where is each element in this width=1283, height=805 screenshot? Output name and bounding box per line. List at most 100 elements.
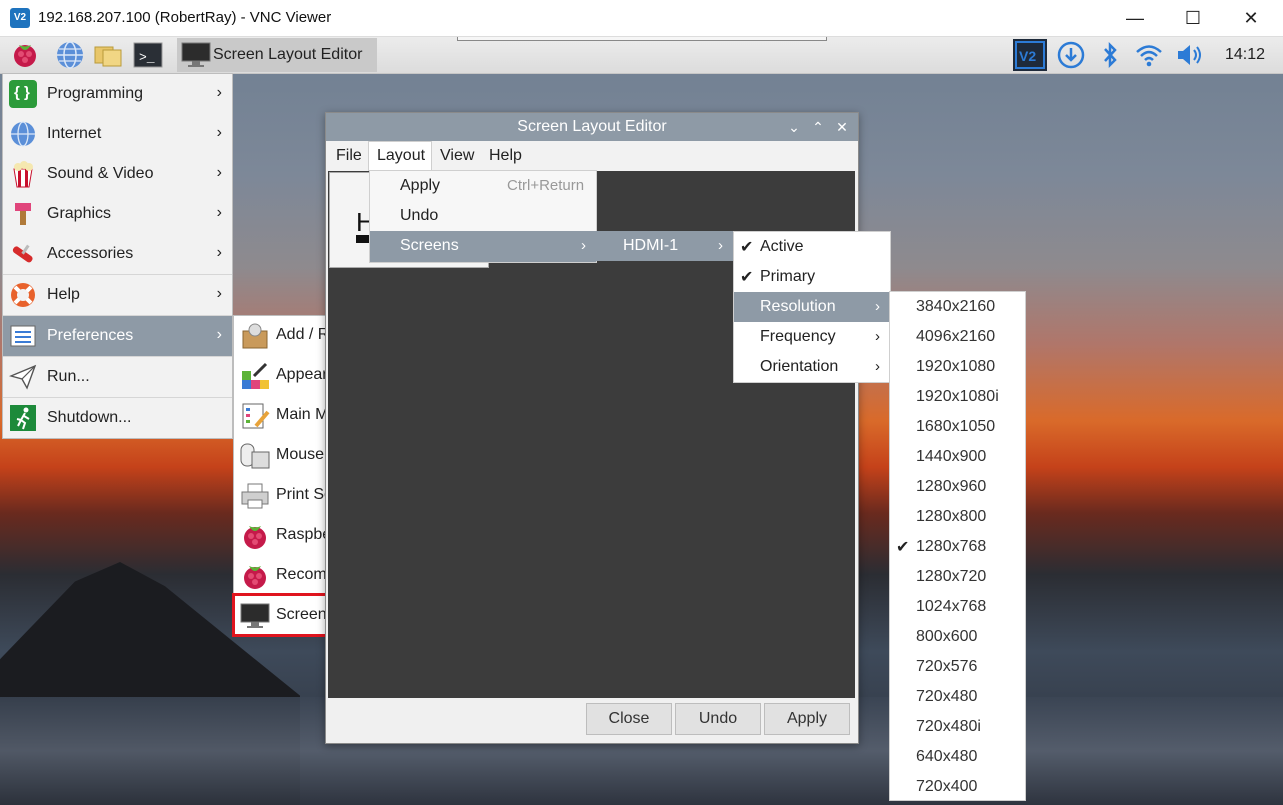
menu-label: Active xyxy=(760,238,804,255)
hdmi-item-frequency[interactable]: Frequency › xyxy=(734,322,890,352)
menu-label: Accessories xyxy=(47,245,134,262)
resolution-item[interactable]: 1280x800 xyxy=(890,502,1025,532)
resolution-item[interactable]: 1280x720 xyxy=(890,562,1025,592)
menubar: File Layout View Help xyxy=(326,141,858,172)
hdmi-submenu: ✔ Active ✔ Primary Resolution › Frequenc… xyxy=(733,231,891,383)
resolution-item[interactable]: 1920x1080i xyxy=(890,382,1025,412)
taskbar-task-label: Screen Layout Editor xyxy=(213,46,363,63)
hdmi-item-orientation[interactable]: Orientation › xyxy=(734,352,890,382)
menu-label: Graphics xyxy=(47,205,112,222)
package-icon xyxy=(242,323,268,349)
main-menu-item-programming[interactable]: { } Programming › xyxy=(3,74,232,114)
vnc-titlebar[interactable]: V2 192.168.207.100 (RobertRay) - VNC Vie… xyxy=(0,0,1283,37)
menu-label: 1280x720 xyxy=(916,568,987,585)
menu-label: 3840x2160 xyxy=(916,298,996,315)
close-button[interactable]: ✕ xyxy=(1222,0,1280,36)
resolution-item[interactable]: 1920x1080 xyxy=(890,352,1025,382)
hdmi-item-active[interactable]: ✔ Active xyxy=(734,232,890,262)
window-titlebar[interactable]: Screen Layout Editor ⌄ ⌃ ✕ xyxy=(326,113,858,141)
vnc-icon[interactable]: V2 xyxy=(1013,39,1047,71)
undo-button[interactable]: Undo xyxy=(675,703,761,735)
menu-help[interactable]: Help xyxy=(489,147,522,165)
menu-label: Help xyxy=(47,286,80,303)
resolution-item[interactable]: 1440x900 xyxy=(890,442,1025,472)
raspberry-icon[interactable] xyxy=(10,40,40,70)
resolution-item[interactable]: 1280x960 xyxy=(890,472,1025,502)
menu-accelerator: Ctrl+Return xyxy=(507,177,585,194)
paintbrush-icon xyxy=(15,203,31,225)
chevron-right-icon: › xyxy=(875,328,880,345)
resolution-item[interactable]: 720x576 xyxy=(890,652,1025,682)
minimize-button[interactable]: ⌄ xyxy=(784,117,804,137)
resolution-item[interactable]: 800x600 xyxy=(890,622,1025,652)
close-dialog-button[interactable]: Close xyxy=(586,703,672,735)
menu-label: Run... xyxy=(47,368,90,385)
svg-text:>_: >_ xyxy=(139,50,155,65)
menu-view[interactable]: View xyxy=(440,147,474,165)
maximize-button[interactable]: ☐ xyxy=(1164,0,1222,36)
main-menu-item-shutdown[interactable]: Shutdown... xyxy=(3,398,232,438)
mouse-keyboard-icon xyxy=(240,443,270,469)
layout-item-screens[interactable]: Screens › xyxy=(370,231,596,262)
globe-icon xyxy=(11,121,35,147)
chevron-right-icon: › xyxy=(216,164,222,181)
menu-editor-icon xyxy=(242,403,270,429)
clock[interactable]: 14:12 xyxy=(1225,46,1265,64)
main-menu-item-help[interactable]: Help › xyxy=(3,275,232,315)
menu-layout[interactable]: Layout xyxy=(377,147,425,165)
layout-item-apply[interactable]: Apply Ctrl+Return xyxy=(370,171,596,201)
raspberry-icon xyxy=(244,526,266,549)
bluetooth-icon[interactable] xyxy=(1095,40,1125,70)
terminal-icon[interactable]: >_ xyxy=(133,40,163,70)
main-menu-item-graphics[interactable]: Graphics › xyxy=(3,194,232,234)
globe-icon[interactable] xyxy=(55,40,85,70)
download-icon[interactable] xyxy=(1056,40,1086,70)
resolution-item[interactable]: 720x480i xyxy=(890,712,1025,742)
printer-icon xyxy=(241,483,269,509)
menu-label: 720x576 xyxy=(916,658,978,675)
resolution-item[interactable]: 720x400 xyxy=(890,772,1025,802)
chevron-right-icon: › xyxy=(875,358,880,375)
swiss-knife-icon xyxy=(12,244,33,263)
close-button[interactable]: ✕ xyxy=(832,117,852,137)
resolution-item[interactable]: 3840x2160 xyxy=(890,292,1025,322)
main-menu-item-accessories[interactable]: Accessories › xyxy=(3,234,232,274)
menu-label: Screens xyxy=(400,237,459,254)
paper-plane-icon xyxy=(9,364,37,390)
resolution-item[interactable]: 4096x2160 xyxy=(890,322,1025,352)
main-menu-item-sound-video[interactable]: Sound & Video › xyxy=(3,154,232,194)
layout-item-undo[interactable]: Undo xyxy=(370,201,596,231)
taskbar-task-screen-layout-editor[interactable]: Screen Layout Editor xyxy=(177,38,377,72)
main-menu-item-run[interactable]: Run... xyxy=(3,357,232,397)
palette-icon xyxy=(242,362,269,389)
menu-label: Internet xyxy=(47,125,102,142)
menu-label: 1680x1050 xyxy=(916,418,996,435)
minimize-button[interactable]: — xyxy=(1106,0,1164,36)
programming-icon: { } xyxy=(9,80,37,108)
resolution-item[interactable]: 1680x1050 xyxy=(890,412,1025,442)
chevron-right-icon: › xyxy=(581,237,586,254)
menu-label: 4096x2160 xyxy=(916,328,996,345)
menu-label: 1280x800 xyxy=(916,508,987,525)
window-title: Screen Layout Editor xyxy=(517,118,667,135)
resolution-item[interactable]: 1024x768 xyxy=(890,592,1025,622)
resolution-item-selected[interactable]: ✔ 1280x768 xyxy=(890,532,1025,562)
volume-icon[interactable] xyxy=(1174,40,1204,70)
apply-button[interactable]: Apply xyxy=(764,703,850,735)
resolution-item[interactable]: 640x480 xyxy=(890,742,1025,772)
screens-item-hdmi-1[interactable]: HDMI-1 › xyxy=(595,231,733,261)
hdmi-item-resolution[interactable]: Resolution › xyxy=(734,292,890,322)
menu-label: Preferences xyxy=(47,327,134,344)
resolution-item[interactable]: 720x480 xyxy=(890,682,1025,712)
main-menu-item-preferences[interactable]: Preferences › xyxy=(3,316,232,356)
menu-label: 640x480 xyxy=(916,748,978,765)
hdmi-item-primary[interactable]: ✔ Primary xyxy=(734,262,890,292)
wifi-icon[interactable] xyxy=(1134,40,1164,70)
maximize-button[interactable]: ⌃ xyxy=(808,117,828,137)
folder-icon[interactable] xyxy=(93,40,123,70)
main-menu-item-internet[interactable]: Internet › xyxy=(3,114,232,154)
svg-text:V2: V2 xyxy=(1019,48,1036,64)
menu-label: Primary xyxy=(760,268,816,285)
menu-label: 720x480i xyxy=(916,718,981,735)
menu-file[interactable]: File xyxy=(336,147,362,165)
